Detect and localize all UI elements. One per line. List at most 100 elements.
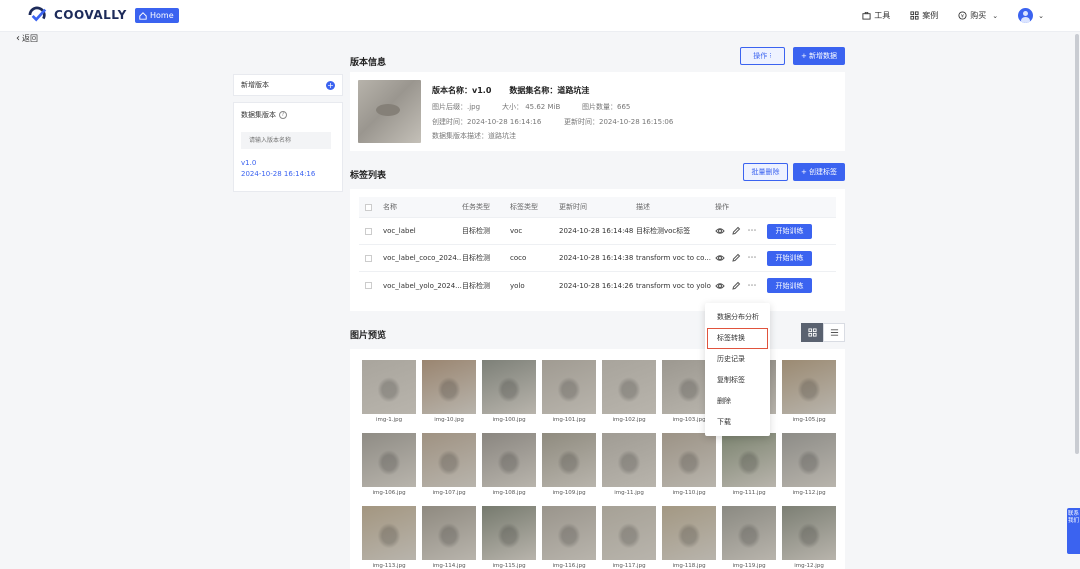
image-filename: img-101.jpg [552,417,586,423]
image-filename: img-108.jpg [492,490,526,496]
label-name: voc_label_coco_2024... [383,254,462,262]
image-thumbnail[interactable]: img-115.jpg [482,506,536,569]
start-training-button[interactable]: 开始训练 [767,278,812,293]
version-info-card: 版本名称：v1.0 数据集名称：道路坑洼 图片后缀：.jpg 大小： 45.62… [350,72,845,151]
start-training-button[interactable]: 开始训练 [767,223,812,239]
image-preview [422,433,476,487]
image-filename: img-114.jpg [432,563,466,569]
image-thumbnail[interactable]: img-106.jpg [362,433,416,498]
version-info-title: 版本信息 [350,58,387,68]
image-thumbnail[interactable]: img-111.jpg [722,433,776,498]
ops-button[interactable]: 操作 ⁝ [740,47,785,65]
edit-icon[interactable] [731,226,741,236]
image-preview [722,506,776,560]
image-filename: img-11.jpg [614,490,644,496]
menu-item-download[interactable]: 下载 [705,412,770,433]
help-icon[interactable]: ? [279,111,287,119]
menu-item-label-convert[interactable]: 标签转换 [707,328,768,349]
image-thumbnail[interactable]: img-109.jpg [542,433,596,498]
image-thumbnail[interactable]: img-1.jpg [362,360,416,425]
create-label-button[interactable]: + 创建标签 [793,163,845,181]
image-thumbnail[interactable]: img-118.jpg [662,506,716,569]
add-version-button[interactable]: 新增版本 + [233,74,343,96]
version-time: 2024-10-28 16:14:16 [241,170,316,178]
image-preview [602,506,656,560]
more-icon[interactable]: ⋯ [747,253,757,263]
page-scrollbar[interactable] [1075,34,1079,454]
menu-item-delete[interactable]: 删除 [705,391,770,412]
image-thumbnail[interactable]: img-117.jpg [602,506,656,569]
menu-item-distribution[interactable]: 数据分布分析 [705,307,770,328]
row-checkbox[interactable] [365,282,372,289]
start-training-button[interactable]: 开始训练 [767,250,812,266]
tools-menu[interactable]: 工具 [862,10,890,21]
row-checkbox[interactable] [365,227,372,235]
image-thumbnail[interactable]: img-119.jpg [722,506,776,569]
image-thumbnail[interactable]: img-11.jpg [602,433,656,498]
col-name: 名称 [383,203,397,211]
image-preview [662,433,716,487]
table-row: voc_label_coco_2024... 目标检测 coco 2024-10… [359,245,836,272]
label-list-title: 标签列表 [350,171,387,181]
updated-value: 更新时间：2024-10-28 16:15:06 [564,118,674,126]
new-data-button[interactable]: + 新增数据 [793,47,845,65]
grid-icon [910,11,919,20]
more-icon[interactable]: ⋯ [747,226,757,236]
chevron-left-icon: ‹ [16,33,20,44]
eye-icon[interactable] [715,226,725,236]
view-toggle [801,323,845,342]
image-thumbnail[interactable]: img-112.jpg [782,433,836,498]
col-desc: 描述 [636,203,650,211]
image-thumbnail[interactable]: img-102.jpg [602,360,656,425]
batch-delete-button[interactable]: 批量删除 [743,163,788,181]
label-table-card: 名称 任务类型 标签类型 更新时间 描述 操作 voc_label 目标检测 v… [350,189,845,311]
version-search-input[interactable] [241,132,331,149]
dataset-name-value: 数据集名称：道路坑洼 [509,86,590,95]
select-all-checkbox[interactable] [365,203,372,211]
image-thumbnail[interactable]: img-100.jpg [482,360,536,425]
grid-icon [807,328,817,337]
menu-item-history[interactable]: 历史记录 [705,349,770,370]
eye-icon[interactable] [715,253,725,263]
edit-icon[interactable] [731,281,741,291]
grid-view-button[interactable] [801,323,823,342]
user-menu[interactable]: ⌄ [1018,8,1044,23]
briefcase-icon [862,11,871,20]
image-thumbnail[interactable]: img-114.jpg [422,506,476,569]
row-checkbox[interactable] [365,254,372,262]
image-thumbnail[interactable]: img-12.jpg [782,506,836,569]
more-icon[interactable]: ⋯ [747,281,757,291]
image-thumbnail[interactable]: img-107.jpg [422,433,476,498]
eye-icon[interactable] [715,281,725,291]
back-link[interactable]: ‹ 返回 [16,33,38,44]
image-filename: img-115.jpg [492,563,526,569]
image-thumbnail[interactable]: img-108.jpg [482,433,536,498]
version-entry[interactable]: v1.0 2024-10-28 16:14:16 [241,158,335,180]
buy-menu[interactable]: ¥ 购买 ⌄ [958,10,998,21]
col-type: 标签类型 [510,203,538,211]
image-filename: img-111.jpg [732,490,766,496]
image-preview [482,360,536,414]
home-button[interactable]: Home [135,8,179,23]
image-preview [362,360,416,414]
image-thumbnail[interactable]: img-110.jpg [662,433,716,498]
image-thumbnail[interactable]: img-101.jpg [542,360,596,425]
cases-menu[interactable]: 案例 [910,10,938,21]
image-thumbnail[interactable]: img-116.jpg [542,506,596,569]
contact-us-button[interactable]: 联系我们 [1067,508,1080,554]
add-version-label: 新增版本 [241,81,269,89]
list-view-button[interactable] [823,323,845,342]
image-thumbnail[interactable]: img-105.jpg [782,360,836,425]
col-ops: 操作 [715,203,729,211]
logo[interactable]: COOVALLY [27,6,127,24]
image-thumbnail[interactable]: img-10.jpg [422,360,476,425]
menu-item-copy-label[interactable]: 复制标签 [705,370,770,391]
label-desc: transform voc to yolo [636,281,711,290]
dataset-version-title: 数据集版本 [241,111,276,119]
table-header: 名称 任务类型 标签类型 更新时间 描述 操作 [359,197,836,218]
image-thumbnail[interactable]: img-113.jpg [362,506,416,569]
image-preview [422,360,476,414]
edit-icon[interactable] [731,253,741,263]
list-icon [830,329,838,336]
chevron-down-icon: ⌄ [1038,11,1044,20]
